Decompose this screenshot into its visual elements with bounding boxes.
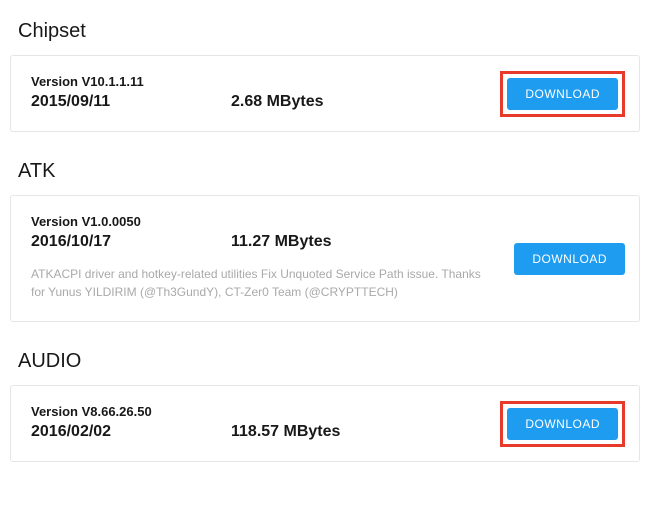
download-button[interactable]: DOWNLOAD bbox=[507, 408, 618, 440]
download-wrap: DOWNLOAD bbox=[514, 243, 625, 275]
section-title: Chipset bbox=[10, 20, 640, 43]
section-atk: ATK Version V1.0.0050 2016/10/17 11.27 M… bbox=[10, 160, 640, 322]
section-title: ATK bbox=[10, 160, 640, 183]
size-value: 11.27 MBytes bbox=[231, 233, 332, 251]
section-chipset: Chipset Version V10.1.1.11 2015/09/11 2.… bbox=[10, 20, 640, 132]
section-title: AUDIO bbox=[10, 350, 640, 373]
description-text: ATKACPI driver and hotkey-related utilit… bbox=[31, 265, 491, 301]
driver-card: Version V8.66.26.50 2016/02/02 118.57 MB… bbox=[10, 385, 640, 462]
date-value: 2015/09/11 bbox=[31, 93, 231, 111]
download-button[interactable]: DOWNLOAD bbox=[514, 243, 625, 275]
size-value: 2.68 MBytes bbox=[231, 93, 324, 111]
driver-card: Version V1.0.0050 2016/10/17 11.27 MByte… bbox=[10, 195, 640, 322]
section-audio: AUDIO Version V8.66.26.50 2016/02/02 118… bbox=[10, 350, 640, 462]
date-value: 2016/02/02 bbox=[31, 423, 231, 441]
download-highlight: DOWNLOAD bbox=[500, 71, 625, 117]
download-highlight: DOWNLOAD bbox=[500, 401, 625, 447]
size-value: 118.57 MBytes bbox=[231, 423, 340, 441]
version-label: Version V1.0.0050 bbox=[31, 214, 619, 229]
download-button[interactable]: DOWNLOAD bbox=[507, 78, 618, 110]
date-value: 2016/10/17 bbox=[31, 233, 231, 251]
driver-card: Version V10.1.1.11 2015/09/11 2.68 MByte… bbox=[10, 55, 640, 132]
